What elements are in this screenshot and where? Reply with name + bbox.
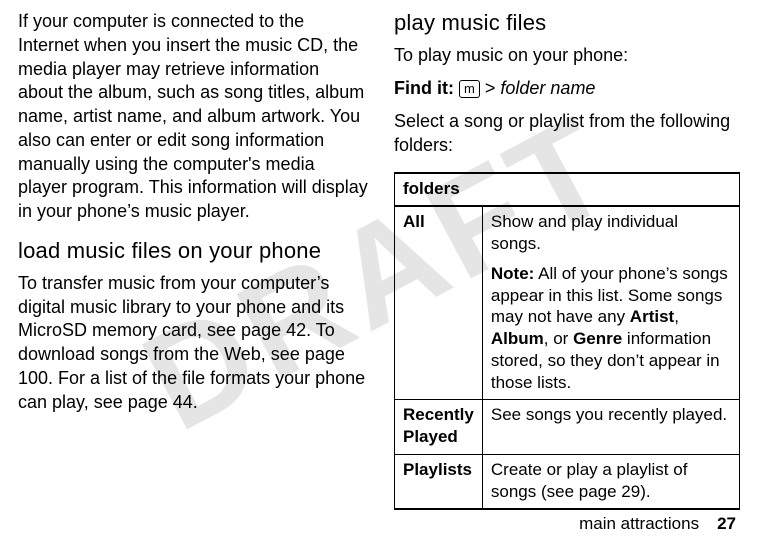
folders-table: folders All Show and play individual son… <box>394 172 740 511</box>
right-column: play music files To play music on your p… <box>394 10 740 510</box>
left-column: If your computer is connected to the Int… <box>18 10 368 510</box>
folder-name-cell: Recently Played <box>395 400 483 455</box>
note-bold-artist: Artist <box>630 307 674 326</box>
table-row: All Show and play individual songs. Note… <box>395 206 740 400</box>
select-description: Select a song or playlist from the follo… <box>394 110 740 158</box>
find-it-label: Find it: <box>394 78 454 98</box>
table-row: Playlists Create or play a playlist of s… <box>395 454 740 509</box>
footer-section-name: main attractions <box>579 514 699 533</box>
find-it-line: Find it: m > folder name <box>394 76 740 100</box>
note-mid: , or <box>544 329 573 348</box>
find-it-gt: > <box>485 78 496 98</box>
footer-page-number: 27 <box>717 514 736 533</box>
left-heading: load music files on your phone <box>18 238 368 264</box>
table-header: folders <box>395 173 740 207</box>
page-content: If your computer is connected to the Int… <box>0 0 758 510</box>
folder-desc-all: Show and play individual songs. <box>491 212 678 253</box>
table-row: Recently Played See songs you recently p… <box>395 400 740 455</box>
folder-name-all: All <box>403 212 425 231</box>
folder-name-cell: All <box>395 206 483 400</box>
right-intro: To play music on your phone: <box>394 44 740 68</box>
right-heading: play music files <box>394 10 740 36</box>
page-footer: main attractions 27 <box>579 514 736 534</box>
note-label: Note: <box>491 264 534 283</box>
folder-desc-cell: See songs you recently played. <box>482 400 739 455</box>
folder-desc-cell: Create or play a playlist of songs (see … <box>482 454 739 509</box>
folder-name-playlists: Playlists <box>403 460 472 479</box>
note-comma: , <box>674 307 679 326</box>
folder-name-recently-played: Recently Played <box>403 405 474 446</box>
folder-desc-cell: Show and play individual songs. Note: Al… <box>482 206 739 400</box>
menu-key-icon: m <box>459 80 480 98</box>
note-bold-album: Album <box>491 329 544 348</box>
left-body-paragraph: To transfer music from your computer’s d… <box>18 272 368 415</box>
note-bold-genre: Genre <box>573 329 622 348</box>
find-it-path: folder name <box>500 78 595 98</box>
table-header-row: folders <box>395 173 740 207</box>
folder-name-cell: Playlists <box>395 454 483 509</box>
left-intro-paragraph: If your computer is connected to the Int… <box>18 10 368 224</box>
